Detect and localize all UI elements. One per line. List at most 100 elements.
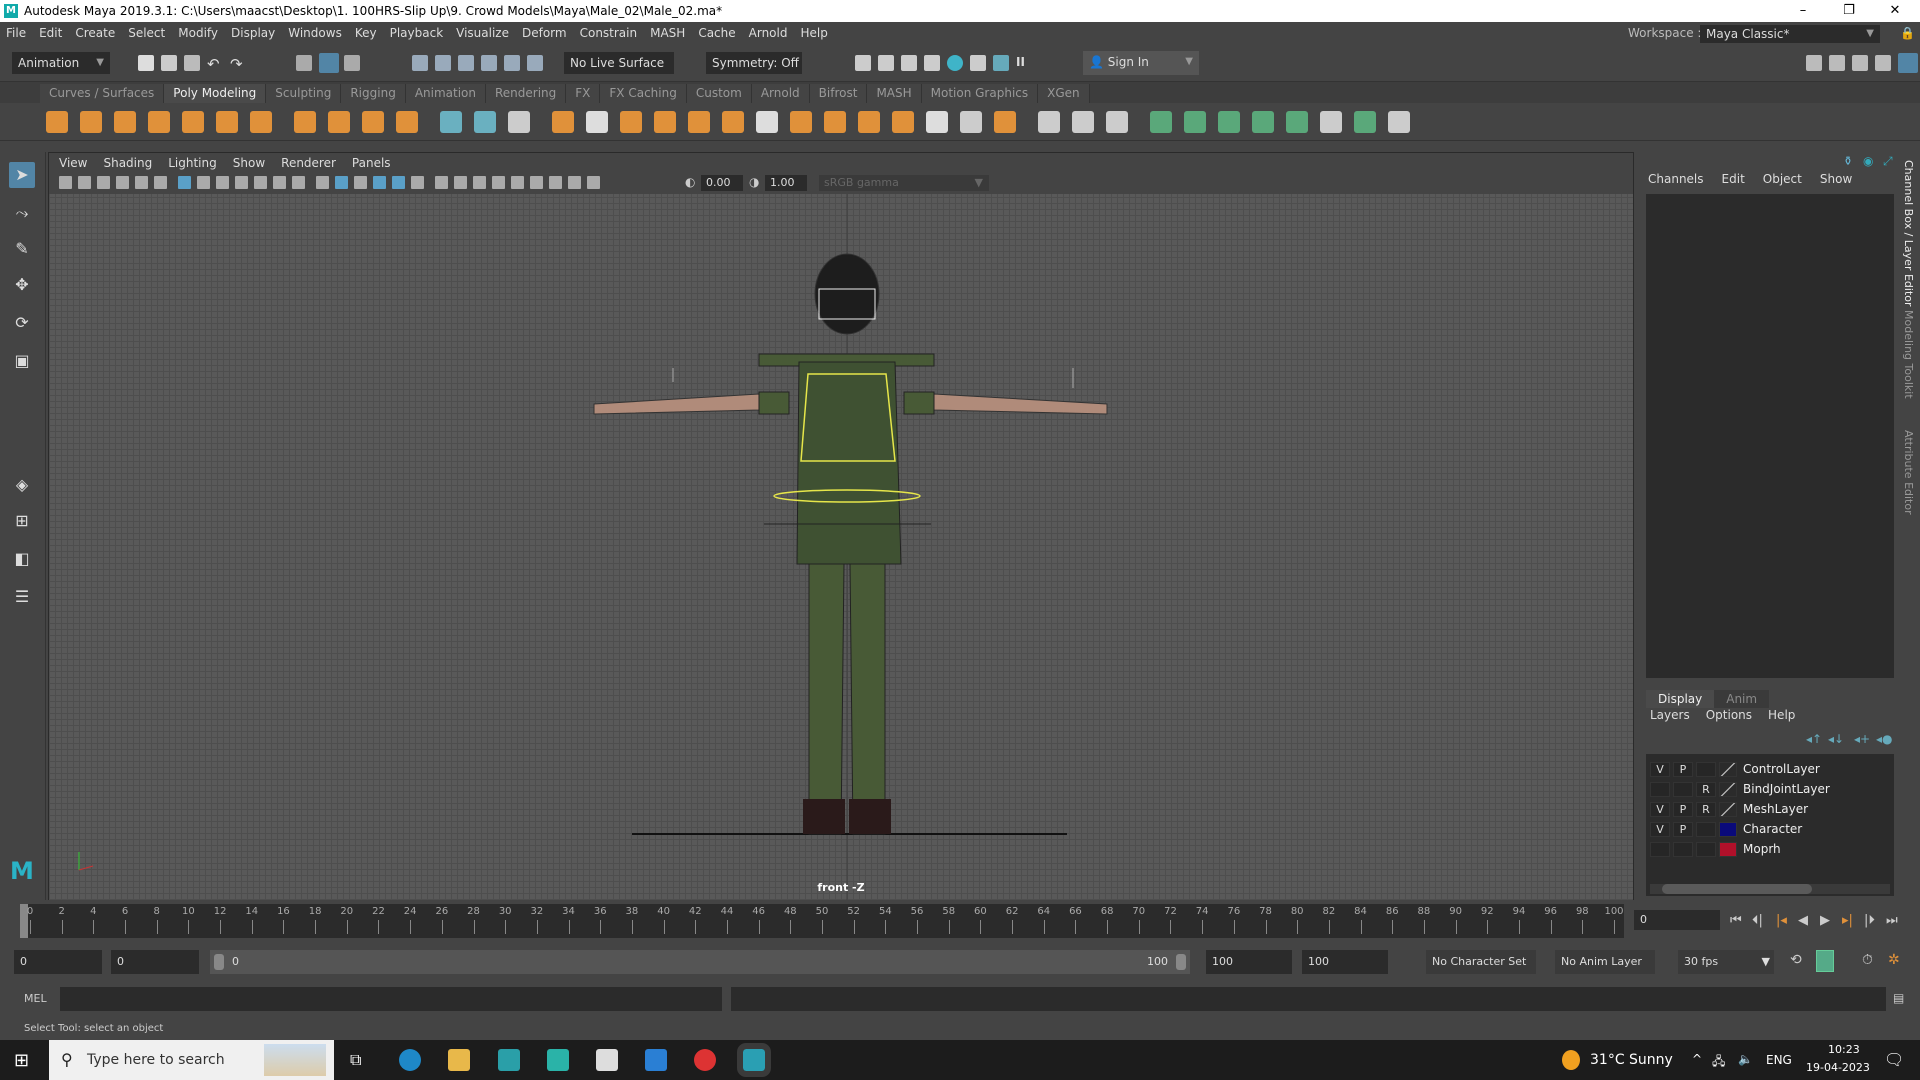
type-icon[interactable]	[362, 111, 384, 133]
playback-start-field[interactable]: 0	[111, 950, 199, 974]
paint-select-tool-icon[interactable]: ✎	[9, 236, 35, 262]
range-start-handle[interactable]	[214, 954, 224, 970]
layer-v-toggle[interactable]	[1650, 841, 1670, 857]
side-tab[interactable]: Modeling Toolkit	[1902, 310, 1915, 399]
bookmark-icon[interactable]	[97, 176, 110, 189]
resolution-gate-icon[interactable]	[216, 176, 229, 189]
fps-dropdown[interactable]: 30 fps ▼	[1678, 950, 1774, 974]
range-end-handle[interactable]	[1176, 954, 1186, 970]
shelf-tab[interactable]: Motion Graphics	[921, 84, 1039, 103]
layer-v-toggle[interactable]: V	[1650, 761, 1670, 777]
snap-point-icon[interactable]	[458, 55, 474, 71]
panel-menu-renderer[interactable]: Renderer	[281, 156, 336, 170]
shelf-tab[interactable]: XGen	[1038, 84, 1090, 103]
save-scene-icon[interactable]	[184, 55, 200, 71]
field-chart-icon[interactable]	[254, 176, 267, 189]
expand-panel-icon[interactable]: ⤢	[1883, 154, 1893, 169]
panel-menu-panels[interactable]: Panels	[352, 156, 391, 170]
animation-preferences-icon[interactable]: ⏱	[1862, 952, 1873, 968]
layer-row[interactable]: V P R MeshLayer	[1650, 800, 1808, 818]
channel-box-menu-show[interactable]: Show	[1820, 172, 1852, 186]
outliner-layout-icon[interactable]: ☰	[9, 584, 35, 610]
layer-row[interactable]: Moprh	[1650, 840, 1781, 858]
use-all-lights-icon[interactable]	[411, 176, 424, 189]
clock-date[interactable]: 19-04-2023	[1806, 1061, 1870, 1074]
move-layer-up-icon[interactable]: ◂↑	[1806, 732, 1822, 746]
layer-r-toggle[interactable]	[1696, 821, 1716, 837]
layer-tab-anim[interactable]: Anim	[1714, 690, 1770, 708]
ipr-render-icon[interactable]	[901, 55, 917, 71]
go-to-start-icon[interactable]: ⏮	[1730, 913, 1742, 928]
microsoft-store-icon[interactable]	[596, 1049, 618, 1071]
windows-start-icon[interactable]: ⊞	[14, 1050, 29, 1071]
script-editor-icon[interactable]: ▤	[1893, 991, 1904, 1005]
play-forwards-icon[interactable]: ▶	[1820, 913, 1830, 928]
arnold-ipr-icon[interactable]	[993, 55, 1009, 71]
close-button[interactable]: ✕	[1872, 0, 1918, 22]
menu-create[interactable]: Create	[75, 26, 115, 40]
undo-icon[interactable]: ↶	[207, 55, 223, 73]
channel-box-menu-channels[interactable]: Channels	[1648, 172, 1704, 186]
layer-editor-icon[interactable]: ◉	[1863, 154, 1873, 168]
character-controls-icon[interactable]	[1829, 55, 1845, 71]
grease-pencil-icon[interactable]	[154, 176, 167, 189]
xray-joints-icon[interactable]	[549, 176, 562, 189]
select-by-hierarchy-icon[interactable]	[296, 55, 312, 71]
character-set-dropdown[interactable]: No Character Set	[1426, 950, 1536, 974]
poly-cube-icon[interactable]	[80, 111, 102, 133]
poly-disc-icon[interactable]	[250, 111, 272, 133]
menu-mash[interactable]: MASH	[650, 26, 685, 40]
smooth-shade-icon[interactable]	[335, 176, 348, 189]
layer-p-toggle[interactable]	[1673, 781, 1693, 797]
boolean-icon[interactable]	[688, 111, 710, 133]
film-gate-icon[interactable]	[197, 176, 210, 189]
render-settings-icon[interactable]	[855, 55, 871, 71]
uv-auto-icon[interactable]	[1252, 111, 1274, 133]
shelf-tab[interactable]: Sculpting	[266, 84, 342, 103]
gamma-field[interactable]: 1.00	[765, 175, 807, 191]
2d-pan-zoom-icon[interactable]	[135, 176, 148, 189]
layer-name[interactable]: MeshLayer	[1743, 802, 1808, 816]
layer-menu-layers[interactable]: Layers	[1650, 708, 1690, 722]
shelf-tab[interactable]: FX Caching	[600, 84, 687, 103]
target-weld-icon[interactable]	[858, 111, 880, 133]
workspace-dropdown[interactable]: Maya Classic* ▼	[1700, 25, 1880, 43]
snap-surface-icon[interactable]	[504, 55, 520, 71]
shelf-tab[interactable]: Rigging	[341, 84, 406, 103]
uv-cylinder-icon[interactable]	[1184, 111, 1206, 133]
menu-file[interactable]: File	[6, 26, 26, 40]
layer-row[interactable]: V P ControlLayer	[1650, 760, 1820, 778]
screen-space-ao-icon[interactable]	[454, 176, 467, 189]
scale-tool-icon[interactable]: ▣	[9, 348, 35, 374]
layer-color-swatch[interactable]	[1719, 821, 1737, 837]
notifications-icon[interactable]: 🗨	[1884, 1050, 1904, 1069]
anti-aliasing-icon[interactable]	[492, 176, 505, 189]
layer-menu-options[interactable]: Options	[1706, 708, 1752, 722]
render-frame-icon[interactable]	[878, 55, 894, 71]
poly-plane-icon[interactable]	[216, 111, 238, 133]
loop-icon[interactable]: ⟲	[1790, 952, 1802, 968]
volume-icon[interactable]: 🔈	[1738, 1052, 1753, 1066]
snap-grid-icon[interactable]	[412, 55, 428, 71]
step-forward-frame-icon[interactable]: |⏵	[1864, 913, 1875, 928]
playback-end-field[interactable]: 100	[1206, 950, 1292, 974]
uv-sphere-icon[interactable]	[1218, 111, 1240, 133]
show-hidden-icons-icon[interactable]: ^	[1692, 1052, 1702, 1066]
shelf-tab[interactable]: MASH	[867, 84, 922, 103]
shelf-tab[interactable]: Arnold	[751, 84, 810, 103]
minimize-button[interactable]: –	[1780, 0, 1826, 22]
multi-cut-icon[interactable]	[960, 111, 982, 133]
viewport-3d[interactable]: front -Z	[49, 194, 1633, 900]
connect-icon[interactable]	[892, 111, 914, 133]
poly-torus-icon[interactable]	[182, 111, 204, 133]
tool-settings-toggle-icon[interactable]	[1875, 55, 1891, 71]
poly-cylinder-icon[interactable]	[114, 111, 136, 133]
mel-input[interactable]	[60, 987, 722, 1011]
camera-select-icon[interactable]	[59, 176, 72, 189]
side-tab[interactable]: Channel Box / Layer Editor	[1902, 160, 1915, 307]
menu-windows[interactable]: Windows	[288, 26, 342, 40]
menu-playback[interactable]: Playback	[390, 26, 444, 40]
layer-no-color-icon[interactable]	[1719, 781, 1737, 797]
layer-r-toggle[interactable]	[1696, 761, 1716, 777]
time-slider[interactable]: 0 2 4 6 8 10 12 14 16 18 20 22 24 26 28 30 32 34 36 38 40 42 4…	[20, 904, 1624, 938]
